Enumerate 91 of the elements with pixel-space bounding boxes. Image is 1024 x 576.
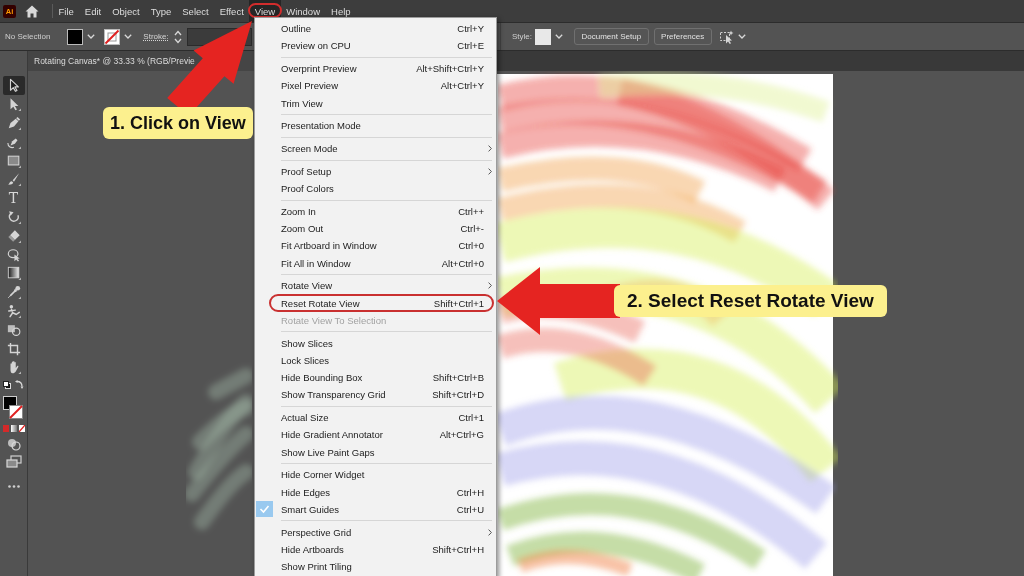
menu-bar-item[interactable]: Help — [325, 0, 357, 22]
tool-button[interactable]: T — [2, 188, 25, 208]
style-label: Style: — [512, 32, 532, 41]
menu-item[interactable]: Show Transparency Grid Shift+Ctrl+D — [255, 386, 496, 404]
menu-item[interactable]: Zoom Out Ctrl+- — [255, 220, 496, 238]
paintbrush-icon — [6, 172, 21, 187]
menu-bar-item[interactable]: Effect — [214, 0, 250, 22]
shortcut-text: Shift+Ctrl+D — [432, 389, 484, 401]
menu-item[interactable]: Screen Mode — [255, 140, 496, 158]
shortcut-text: Ctrl+E — [457, 40, 484, 52]
chevron-down-icon[interactable] — [124, 34, 133, 39]
menu-item[interactable]: Presentation Mode — [255, 117, 496, 135]
menu-item[interactable]: Trim View — [255, 94, 496, 112]
shortcut-text: Ctrl+H — [456, 486, 484, 498]
shortcut-text: Alt+Shift+Ctrl+Y — [416, 63, 484, 75]
menu-item[interactable]: Reset Rotate View Shift+Ctrl+1 — [255, 294, 496, 312]
menu-item[interactable]: Hide Corner Widget — [255, 466, 496, 484]
shortcut-text: Shift+Ctrl+1 — [433, 297, 484, 309]
rectangle-icon — [6, 153, 21, 168]
step-callout: 2. Select Reset Rotate View — [614, 285, 887, 317]
menu-item[interactable]: Show Print Tiling — [255, 558, 496, 576]
menu-item[interactable]: Smart Guides Ctrl+U — [255, 500, 496, 518]
shortcut-text: Alt+Ctrl+Y — [440, 80, 484, 92]
more-dots-icon[interactable] — [7, 484, 20, 488]
fill-swatch-icon[interactable] — [67, 28, 84, 45]
no-fill-mode-icon[interactable] — [18, 424, 25, 432]
monitor-icon[interactable] — [5, 454, 22, 469]
menu-bar-item[interactable]: Select — [176, 0, 215, 22]
gradient-mode-icon[interactable] — [10, 424, 17, 432]
gradient-square-icon — [6, 266, 21, 281]
menu-bar-item[interactable]: Edit — [79, 0, 107, 22]
menu-item[interactable]: Overprint Preview Alt+Shift+Ctrl+Y — [255, 60, 496, 78]
menu-item[interactable]: Preview on CPU Ctrl+E — [255, 37, 496, 55]
default-colors-icon[interactable] — [2, 380, 11, 389]
menu-item[interactable]: Hide Artboards Shift+Ctrl+H — [255, 540, 496, 558]
eraser-icon — [6, 228, 21, 243]
menu-item[interactable]: Fit All in Window Alt+Ctrl+0 — [255, 254, 496, 272]
shortcut-text: Ctrl+U — [456, 503, 484, 515]
shortcut-text: Ctrl+- — [460, 223, 484, 235]
color-mode-icon[interactable] — [2, 424, 9, 432]
menu-item[interactable]: Hide Bounding Box Shift+Ctrl+B — [255, 369, 496, 387]
menu-bar-item[interactable]: Object — [106, 0, 146, 22]
stick-figure-icon — [6, 303, 21, 318]
shortcut-text: Ctrl++ — [458, 205, 484, 217]
shortcut-text: Alt+Ctrl+G — [439, 429, 484, 441]
shortcut-text: Ctrl+Y — [457, 23, 484, 35]
menu-item[interactable]: Actual Size Ctrl+1 — [255, 409, 496, 427]
home-icon[interactable] — [25, 4, 39, 18]
menu-item[interactable]: Show Live Paint Gaps — [255, 443, 496, 461]
shortcut-text: Ctrl+1 — [458, 412, 484, 424]
menu-item[interactable]: Fit Artboard in Window Ctrl+0 — [255, 237, 496, 255]
menu-item[interactable]: Rotate View — [255, 277, 496, 295]
menu-item[interactable]: Proof Setup — [255, 162, 496, 180]
dashed-box-pointer-icon[interactable] — [719, 29, 734, 44]
stroke-swatch-icon[interactable] — [8, 404, 23, 419]
tool-button[interactable] — [2, 76, 25, 95]
stroke-swatch-icon[interactable] — [104, 28, 121, 45]
menu-item[interactable]: Zoom In Ctrl++ — [255, 202, 496, 220]
chevron-down-icon[interactable] — [555, 34, 563, 39]
shortcut-text: Alt+Ctrl+0 — [441, 257, 484, 269]
shortcut-text: Shift+Ctrl+B — [432, 372, 484, 384]
chevron-down-icon[interactable] — [87, 34, 96, 39]
menu-item[interactable]: Outline Ctrl+Y — [255, 20, 496, 38]
rotate-arrow-icon — [6, 209, 21, 224]
selection-status-text: No Selection — [5, 32, 51, 41]
menu-item[interactable]: Hide Gradient Annotator Alt+Ctrl+G — [255, 426, 496, 444]
eyedropper-icon — [6, 285, 21, 300]
ellipse-pointer-icon — [6, 247, 21, 262]
menu-item[interactable]: Pixel Preview Alt+Ctrl+Y — [255, 77, 496, 95]
square-circle-icon — [6, 322, 21, 337]
shortcut-text: Shift+Ctrl+H — [432, 543, 484, 555]
stroke-link[interactable]: Stroke: — [143, 32, 169, 41]
control-bar-button[interactable]: Document Setup — [574, 28, 649, 45]
menu-item[interactable]: Show Slices — [255, 334, 496, 352]
menu-bar-item[interactable]: Type — [145, 0, 177, 22]
menu-bar-item[interactable]: Window — [280, 0, 326, 22]
chevron-down-icon[interactable] — [737, 34, 746, 39]
menu-item[interactable]: Proof Colors — [255, 180, 496, 198]
control-bar-button[interactable]: Preferences — [653, 28, 712, 45]
swap-arrow-icon[interactable] — [14, 379, 24, 389]
spinner-arrows-icon[interactable] — [173, 29, 182, 44]
style-swatch-icon[interactable] — [535, 28, 551, 45]
shortcut-text: Ctrl+0 — [458, 240, 484, 252]
menu-item[interactable]: Hide Edges Ctrl+H — [255, 483, 496, 501]
pen-nib-icon — [6, 116, 21, 130]
menu-item[interactable]: Perspective Grid — [255, 523, 496, 541]
crop-corners-icon — [6, 341, 21, 356]
menu-bar-item[interactable]: File — [53, 0, 80, 22]
step-callout: 1. Click on View — [103, 107, 253, 139]
overlapping-circles-icon[interactable] — [6, 436, 21, 451]
menu-item[interactable]: Lock Slices — [255, 351, 496, 369]
